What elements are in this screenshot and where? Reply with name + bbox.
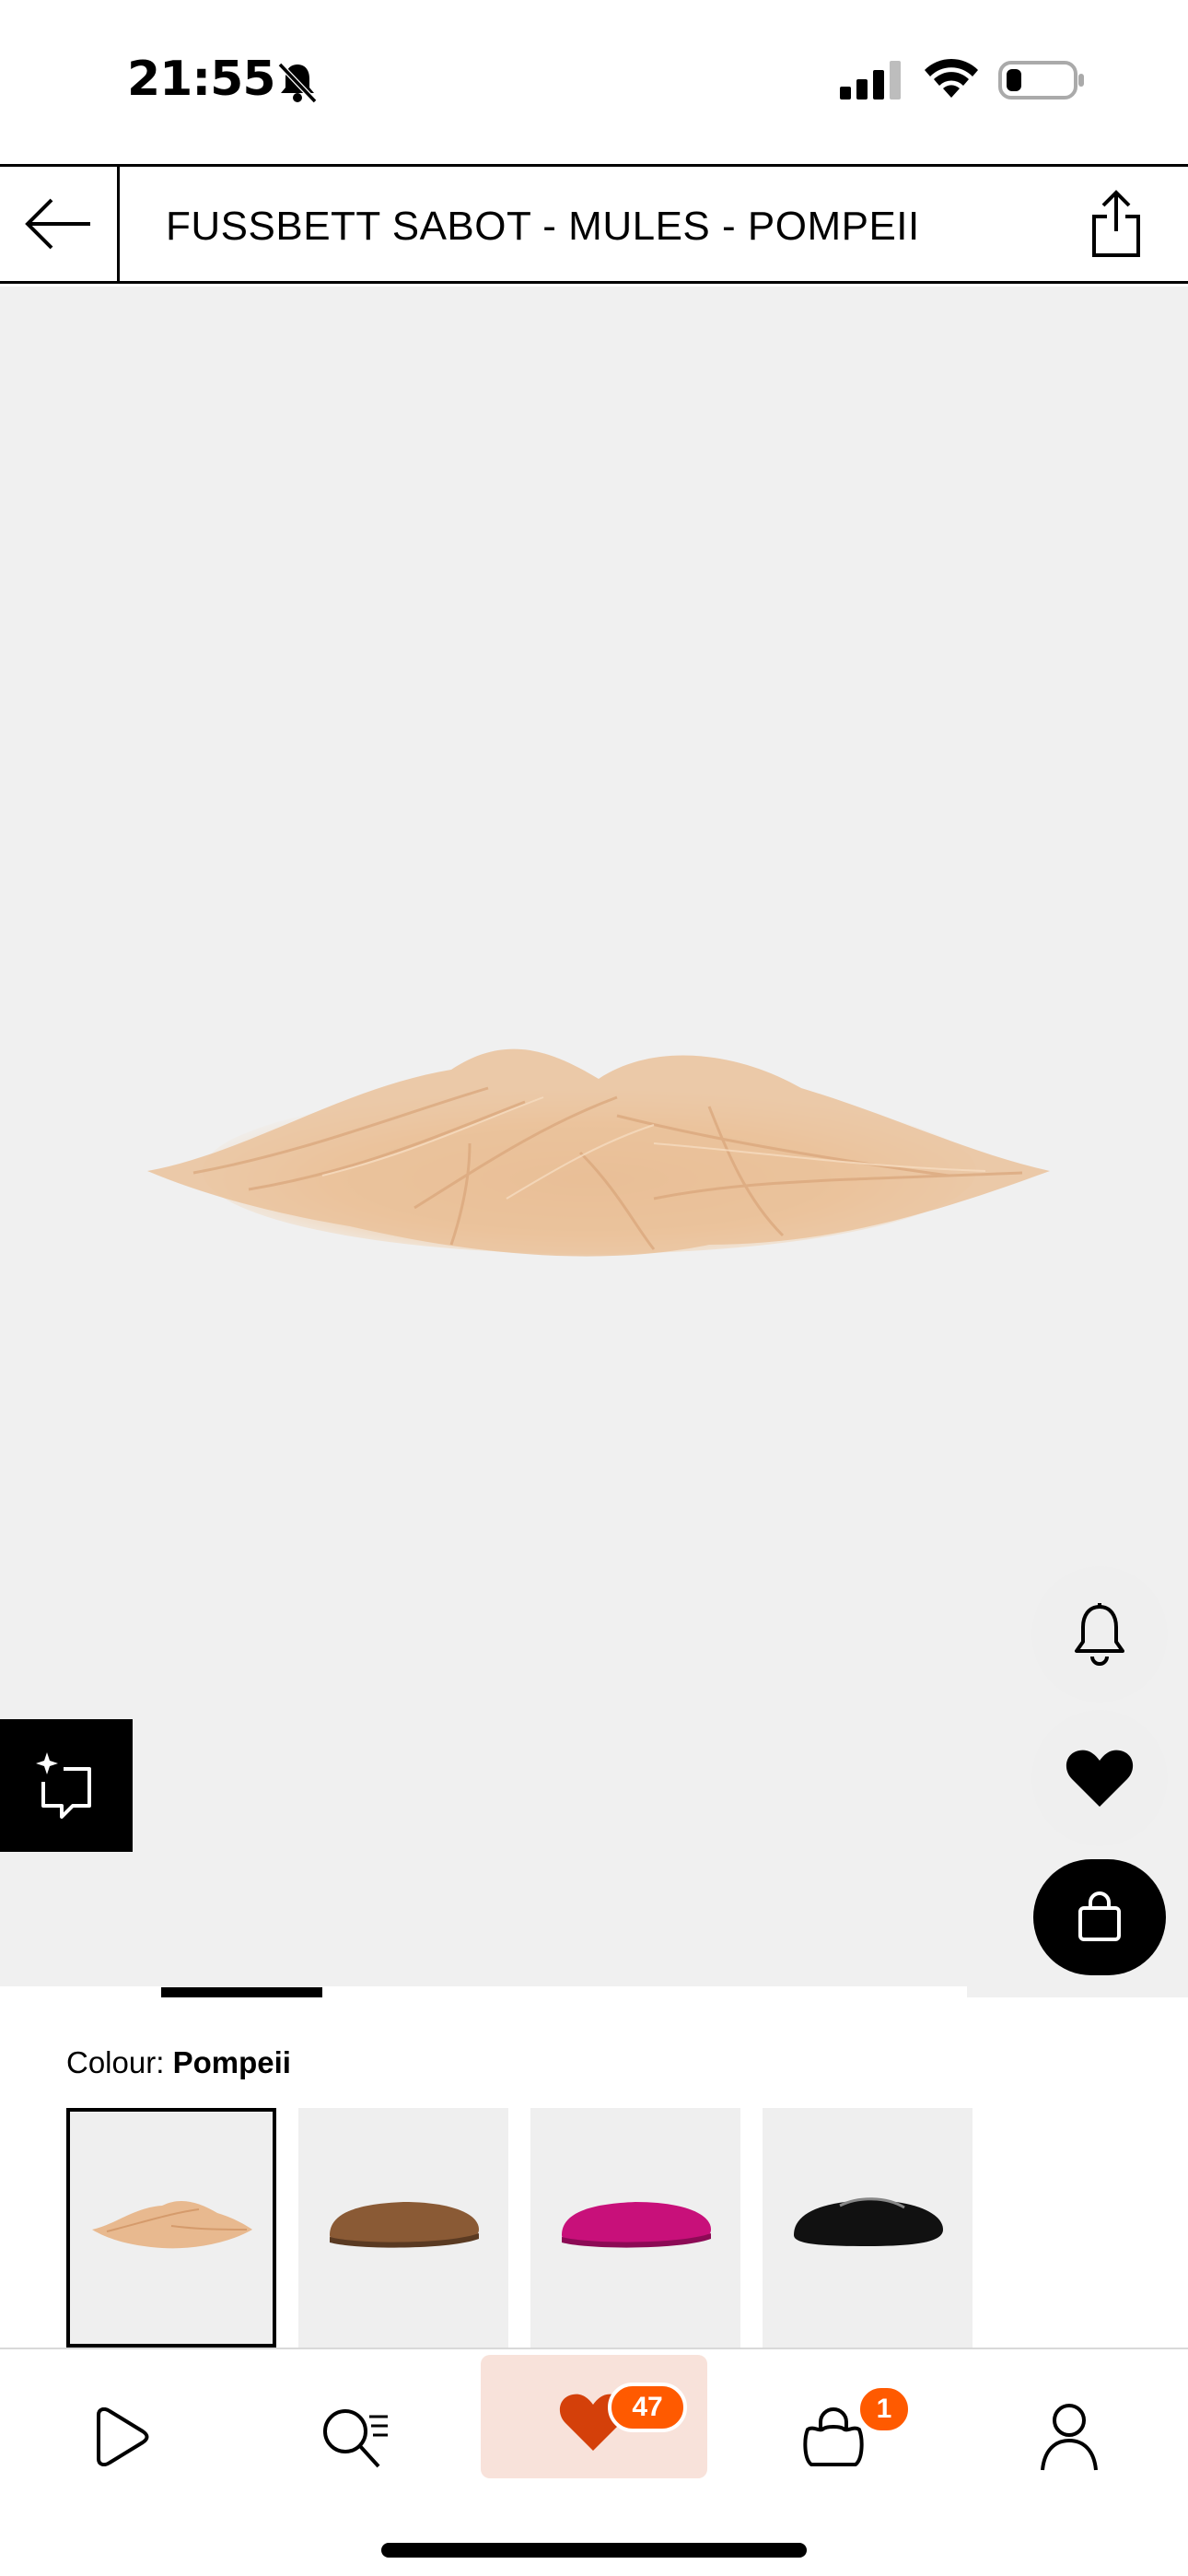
colour-swatch-magenta[interactable] [530,2108,740,2348]
colour-swatch-black[interactable] [763,2108,973,2348]
page-title: FUSSBETT SABOT - MULES - POMPEII [166,204,920,249]
bell-icon [1075,1603,1124,1666]
colour-label: Colour: Pompeii [66,2045,291,2080]
back-button[interactable] [0,167,120,281]
share-icon [1092,190,1140,257]
bag-count-badge: 1 [856,2384,912,2434]
wishlist-button[interactable] [1031,1710,1168,1846]
cellular-signal-icon [840,61,901,100]
nav-item-search[interactable] [285,2377,424,2497]
carousel-progress-track [0,1986,967,1997]
bottom-navigation: 47 1 [0,2348,1188,2576]
home-indicator[interactable] [381,2543,807,2558]
add-to-bag-button[interactable] [1033,1859,1166,1975]
colour-selected-value: Pompeii [172,2045,291,2079]
ai-assistant-button[interactable] [0,1719,133,1852]
nav-item-wishlist[interactable]: 47 [481,2355,707,2478]
arrow-left-icon [24,198,90,250]
nav-item-account[interactable] [1000,2377,1138,2497]
status-time: 21:55 [127,52,276,107]
colour-label-text: Colour: [66,2045,165,2079]
fur-mule-product-image [147,1048,1050,1257]
nav-item-bag[interactable]: 1 [764,2377,912,2497]
battery-icon [998,61,1084,100]
black-mule-thumbnail [794,2197,943,2246]
notify-button[interactable] [1031,1566,1168,1703]
user-icon [1041,2404,1098,2471]
fur-mule-thumbnail [92,2200,252,2249]
product-image-gallery[interactable] [0,287,1188,1997]
shopping-bag-icon [1078,1891,1121,1941]
carousel-progress-indicator [161,1987,322,1997]
magenta-mule-thumbnail [562,2202,711,2248]
play-icon [97,2407,149,2466]
share-button[interactable] [1085,187,1147,261]
bell-slash-icon [277,62,318,104]
wishlist-count-badge: 47 [608,2383,687,2432]
search-icon [323,2409,388,2468]
wifi-icon [925,58,978,98]
colour-swatch-brown[interactable] [298,2108,508,2348]
brown-mule-thumbnail [330,2202,479,2248]
status-bar: 21:55 [0,0,1188,164]
ai-sparkle-icon [36,1752,91,1819]
heart-icon [1066,1750,1134,1807]
nav-item-play[interactable] [51,2377,189,2497]
colour-swatch-pompeii[interactable] [66,2108,276,2348]
product-header: FUSSBETT SABOT - MULES - POMPEII [0,164,1188,284]
